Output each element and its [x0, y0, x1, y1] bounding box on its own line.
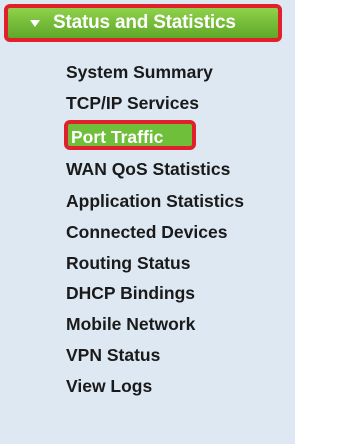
menu-item-wan-qos-statistics[interactable]: WAN QoS Statistics [66, 156, 230, 182]
navigation-menu: Status and Statistics System Summary TCP… [0, 0, 355, 444]
menu-item-port-traffic[interactable]: Port Traffic [64, 120, 196, 150]
menu-item-tcp-ip-services[interactable]: TCP/IP Services [66, 90, 199, 116]
menu-item-view-logs[interactable]: View Logs [66, 373, 152, 399]
triangle-down-icon [30, 19, 40, 27]
menu-item-vpn-status[interactable]: VPN Status [66, 342, 160, 368]
menu-item-connected-devices[interactable]: Connected Devices [66, 219, 227, 245]
section-header-status-and-statistics[interactable]: Status and Statistics [4, 4, 282, 42]
section-title: Status and Statistics [53, 12, 236, 33]
menu-item-system-summary[interactable]: System Summary [66, 59, 213, 85]
menu-panel: Status and Statistics System Summary TCP… [0, 0, 295, 444]
menu-item-application-statistics[interactable]: Application Statistics [66, 188, 244, 214]
menu-item-dhcp-bindings[interactable]: DHCP Bindings [66, 280, 195, 306]
menu-item-mobile-network[interactable]: Mobile Network [66, 311, 195, 337]
menu-item-routing-status[interactable]: Routing Status [66, 250, 190, 276]
